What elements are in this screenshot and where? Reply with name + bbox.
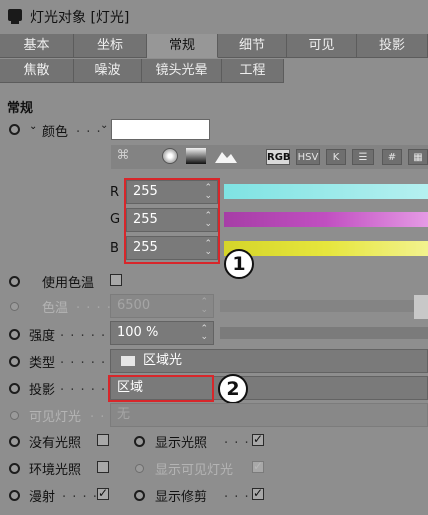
image-picker-icon[interactable]	[214, 148, 238, 164]
temperature-anim-radio[interactable]	[10, 302, 19, 311]
show-illumination-dots: . . .	[224, 432, 250, 447]
tab-lens-flare[interactable]: 镜头光晕	[142, 59, 222, 83]
tab-visibility[interactable]: 可见	[287, 34, 357, 58]
ambient-radio[interactable]	[9, 463, 20, 474]
temperature-slider[interactable]	[220, 300, 414, 312]
tab-project[interactable]: 工程	[222, 59, 284, 83]
color-label: 颜色	[42, 125, 69, 140]
section-title: 常规	[7, 101, 34, 116]
intensity-value: 100 %	[117, 325, 159, 340]
use-temperature-checkbox[interactable]	[110, 274, 122, 286]
r-slider[interactable]	[224, 184, 428, 199]
show-clipping-radio[interactable]	[134, 490, 145, 501]
chevron-down-icon[interactable]: ⌄	[29, 121, 37, 132]
temperature-label: 色温	[42, 301, 69, 316]
diffuse-label: 漫射	[29, 490, 56, 505]
color-dropdown-chevron-icon[interactable]: ⌄	[100, 120, 108, 131]
tab-row-filler	[284, 59, 428, 84]
intensity-label: 强度	[29, 329, 56, 344]
tab-details[interactable]: 细节	[218, 34, 287, 58]
diffuse-checkbox[interactable]	[97, 486, 109, 500]
g-slider[interactable]	[224, 212, 428, 227]
shadow-anim-radio[interactable]	[9, 383, 20, 394]
highlight-shadow-box	[108, 375, 214, 402]
show-visible-light-label: 显示可见灯光	[155, 463, 234, 478]
color-anim-radio[interactable]	[9, 124, 20, 135]
color-picker-icon[interactable]: ⌘	[112, 146, 134, 166]
b-channel-label: B	[110, 241, 119, 256]
diffuse-radio[interactable]	[9, 490, 20, 501]
hsv-mode-button[interactable]: HSV	[296, 149, 320, 165]
visible-light-value: 无	[117, 407, 131, 422]
color-swatch[interactable]	[111, 119, 210, 140]
no-illumination-checkbox[interactable]	[97, 434, 109, 446]
callout-2: 2	[218, 374, 248, 404]
diffuse-dots: . . . .	[62, 486, 98, 501]
mixer-mode-icon[interactable]: ☰	[352, 149, 374, 165]
temperature-swatch	[414, 295, 428, 319]
intensity-anim-radio[interactable]	[9, 329, 20, 340]
show-illumination-radio[interactable]	[134, 436, 145, 447]
rgb-mode-button[interactable]: RGB	[266, 149, 291, 165]
intensity-slider[interactable]	[220, 327, 428, 339]
tab-basic[interactable]: 基本	[0, 34, 74, 58]
type-dots: . . . . . .	[60, 352, 117, 367]
visible-light-select[interactable]: 无	[110, 403, 428, 427]
visible-light-label: 可见灯光	[29, 410, 82, 425]
tab-caustics[interactable]: 焦散	[0, 59, 74, 83]
tab-coordinates[interactable]: 坐标	[74, 34, 147, 58]
temperature-spinner-icon[interactable]: ⌃ ⌄	[200, 298, 208, 315]
ambient-checkbox[interactable]	[97, 461, 109, 473]
callout-1: 1	[224, 249, 254, 279]
g-channel-label: G	[110, 212, 121, 227]
shadow-label: 投影	[29, 383, 56, 398]
title-bar: 灯光对象 [灯光]	[0, 0, 428, 34]
light-object-icon	[8, 9, 22, 24]
swatch-grid-icon[interactable]: ▦	[408, 149, 428, 165]
show-clipping-label: 显示修剪	[155, 490, 208, 505]
window-title: 灯光对象 [灯光]	[30, 10, 130, 26]
b-slider[interactable]	[224, 241, 428, 256]
type-value: 区域光	[143, 353, 183, 368]
ambient-label: 环境光照	[29, 463, 82, 478]
show-clipping-checkbox[interactable]	[252, 486, 264, 500]
use-temperature-label: 使用色温	[42, 276, 95, 291]
intensity-spinner-icon[interactable]: ⌃ ⌄	[200, 325, 208, 342]
no-illumination-label: 没有光照	[29, 436, 82, 451]
show-illumination-label: 显示光照	[155, 436, 208, 451]
kelvin-mode-button[interactable]: K	[326, 149, 346, 165]
show-visible-light-checkbox[interactable]	[252, 459, 264, 473]
visible-light-dots: . .	[90, 406, 106, 421]
type-select[interactable]: 区域光	[110, 349, 428, 373]
tab-shadow[interactable]: 投影	[357, 34, 428, 58]
type-anim-radio[interactable]	[9, 356, 20, 367]
show-clipping-dots: . . .	[224, 486, 250, 501]
color-wheel-icon[interactable]	[162, 148, 178, 164]
spectrum-icon[interactable]	[186, 148, 206, 164]
temperature-field[interactable]: 6500 ⌃ ⌄	[110, 294, 214, 318]
temperature-value: 6500	[117, 298, 151, 313]
no-illumination-radio[interactable]	[9, 436, 20, 447]
show-visible-light-radio[interactable]	[135, 464, 144, 473]
tab-general[interactable]: 常规	[147, 34, 218, 58]
highlight-rgb-box	[124, 178, 220, 264]
type-label: 类型	[29, 356, 56, 371]
r-channel-label: R	[110, 185, 120, 200]
intensity-field[interactable]: 100 % ⌃ ⌄	[110, 321, 214, 345]
visible-light-anim-radio[interactable]	[10, 411, 19, 420]
use-temp-anim-radio[interactable]	[9, 276, 20, 287]
intensity-dots: . . . . . .	[60, 325, 117, 340]
hex-mode-button[interactable]: #	[382, 149, 402, 165]
show-illumination-checkbox[interactable]	[252, 432, 264, 446]
tab-noise[interactable]: 噪波	[74, 59, 142, 83]
color-dots: . . .	[76, 121, 102, 136]
area-light-icon	[121, 356, 135, 366]
